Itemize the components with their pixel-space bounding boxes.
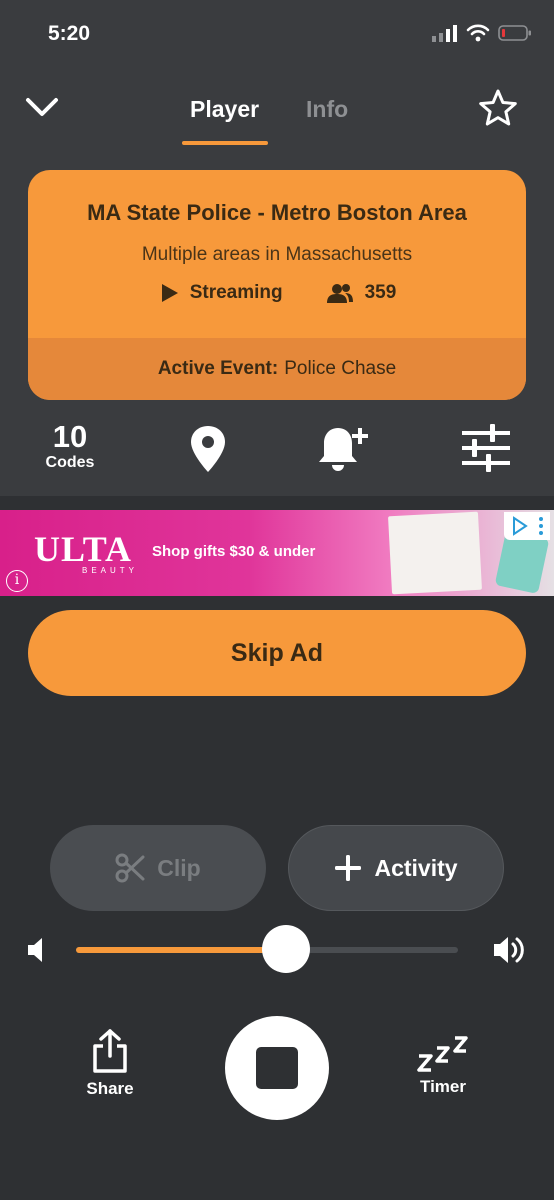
active-event-value: Police Chase: [284, 358, 397, 379]
ad-product-image: [388, 511, 482, 595]
feed-meta: Streaming 359: [28, 282, 526, 304]
sleep-timer-icon: [417, 1036, 468, 1072]
volume-high-icon: [494, 937, 524, 963]
chevron-down-icon[interactable]: [22, 90, 62, 122]
scissors-icon: [115, 853, 145, 883]
settings-sliders-icon[interactable]: [460, 424, 512, 472]
volume-knob[interactable]: [262, 925, 311, 973]
location-pin-icon[interactable]: [188, 424, 228, 474]
codes-label: Codes: [45, 454, 95, 471]
signal-icon: [432, 25, 457, 42]
volume-low-icon: [28, 938, 42, 962]
tab-player[interactable]: Player: [190, 96, 259, 123]
ad-choices-icon[interactable]: [504, 512, 550, 540]
star-icon[interactable]: [478, 88, 518, 128]
feed-status: Streaming: [189, 282, 283, 303]
add-activity-button[interactable]: Activity: [288, 825, 504, 911]
ad-brand-logo: ULTA: [34, 529, 133, 569]
volume-fill: [76, 947, 287, 953]
add-alert-icon[interactable]: [316, 422, 376, 474]
skip-ad-button[interactable]: Skip Ad: [28, 610, 526, 696]
codes-button[interactable]: 10 Codes: [40, 420, 100, 472]
share-icon: [93, 1029, 127, 1073]
timer-label: Timer: [420, 1077, 466, 1096]
battery-icon: [498, 25, 531, 41]
active-tab-indicator: [182, 141, 268, 145]
stop-icon: [256, 1047, 298, 1089]
status-bar: 5:20: [0, 0, 554, 70]
share-button[interactable]: Share: [80, 1028, 140, 1099]
ad-banner[interactable]: ULTA BEAUTY Shop gifts $30 & under i: [0, 510, 554, 596]
timer-button[interactable]: Timer: [412, 1034, 474, 1097]
feed-card[interactable]: MA State Police - Metro Boston Area Mult…: [28, 170, 526, 400]
clip-label: Clip: [157, 854, 201, 881]
codes-count: 10: [52, 419, 88, 454]
ad-text: Shop gifts $30 & under: [152, 543, 316, 560]
wifi-icon: [466, 24, 490, 42]
plus-icon: [335, 855, 362, 881]
ad-brand-sub: BEAUTY: [82, 566, 139, 575]
active-event-bar: Active Event: Police Chase: [28, 338, 526, 400]
clip-button[interactable]: Clip: [50, 825, 266, 911]
status-time: 5:20: [48, 22, 91, 45]
feed-location: Multiple areas in Massachusetts: [141, 244, 413, 265]
ad-info-icon[interactable]: i: [6, 570, 28, 592]
listeners-icon: [326, 284, 353, 303]
activity-label: Activity: [374, 854, 458, 881]
feed-title: MA State Police - Metro Boston Area: [87, 200, 467, 225]
tab-info[interactable]: Info: [306, 96, 348, 123]
listener-count: 359: [364, 282, 397, 303]
play-icon: [161, 284, 178, 302]
active-event-label: Active Event:: [157, 358, 279, 379]
status-icons: [432, 24, 532, 42]
stop-button[interactable]: [225, 1016, 329, 1120]
share-label: Share: [86, 1079, 134, 1098]
